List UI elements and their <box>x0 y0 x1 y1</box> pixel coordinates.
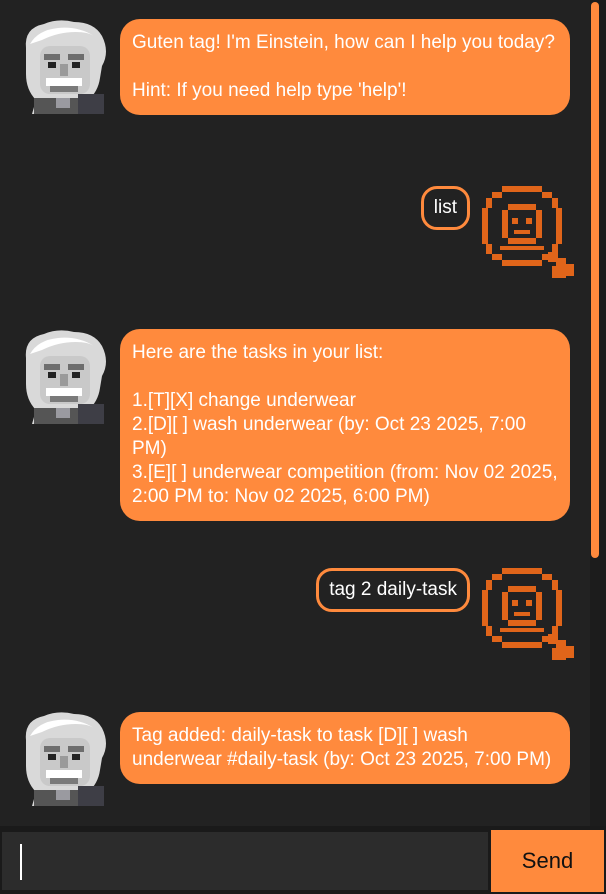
user-message-bubble: tag 2 daily-task <box>316 568 470 612</box>
user-magnifier-icon <box>482 568 574 660</box>
input-bar: Send <box>0 826 606 894</box>
bot-message-bubble: Tag added: daily-task to task [D][ ] was… <box>120 712 570 784</box>
einstein-avatar-icon <box>18 328 110 424</box>
einstein-avatar-icon <box>18 710 110 806</box>
chat-scrollbar[interactable] <box>590 0 606 826</box>
bot-message-bubble: Here are the tasks in your list: 1.[T][X… <box>120 329 570 521</box>
text-caret <box>20 844 22 880</box>
send-button[interactable]: Send <box>491 830 604 892</box>
scrollbar-thumb[interactable] <box>591 2 599 558</box>
user-message-bubble: list <box>420 186 470 230</box>
user-magnifier-icon <box>482 186 574 278</box>
bot-message-bubble: Guten tag! I'm Einstein, how can I help … <box>120 19 570 115</box>
chat-app: Guten tag! I'm Einstein, how can I help … <box>0 0 606 894</box>
message-input[interactable] <box>2 832 488 890</box>
chat-scroll-area[interactable]: Guten tag! I'm Einstein, how can I help … <box>0 0 590 826</box>
einstein-avatar-icon <box>18 18 110 114</box>
